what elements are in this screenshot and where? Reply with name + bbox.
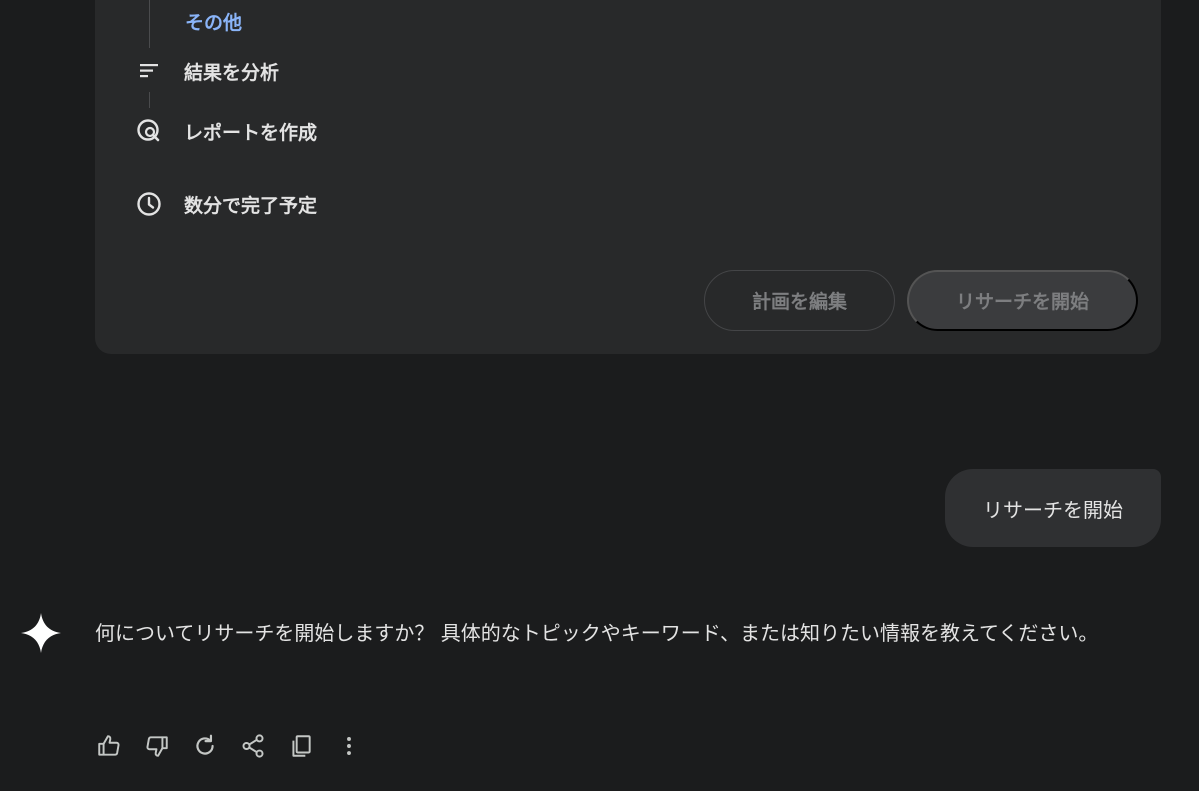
step-report-label: レポートを作成 <box>184 121 318 144</box>
copy-icon[interactable] <box>286 731 316 761</box>
clock-icon <box>134 189 164 219</box>
sort-lines-icon <box>134 56 164 86</box>
more-vert-icon[interactable] <box>334 731 364 761</box>
thumbs-up-icon[interactable] <box>94 731 124 761</box>
report-search-icon <box>134 116 164 146</box>
step-connector-line <box>149 92 150 108</box>
start-research-button[interactable]: リサーチを開始 <box>907 270 1138 331</box>
step-analyze-label: 結果を分析 <box>184 61 280 84</box>
thumbs-down-icon[interactable] <box>142 731 172 761</box>
step-connector-line <box>149 0 150 48</box>
response-actions <box>94 731 382 761</box>
step-eta: 数分で完了予定 <box>134 189 317 219</box>
user-message-bubble: リサーチを開始 <box>945 469 1161 547</box>
step-eta-label: 数分で完了予定 <box>184 194 318 217</box>
assistant-response-text: 何についてリサーチを開始しますか？ 具体的なトピックやキーワード、または知りたい… <box>95 621 1099 645</box>
gemini-spark-icon <box>20 612 62 654</box>
edit-plan-button[interactable]: 計画を編集 <box>704 270 895 331</box>
user-message-text: リサーチを開始 <box>983 497 1123 522</box>
share-icon[interactable] <box>238 731 268 761</box>
step-report: レポートを作成 <box>134 116 317 146</box>
step-analyze: 結果を分析 <box>134 56 279 86</box>
regenerate-icon[interactable] <box>190 731 220 761</box>
step-other-link[interactable]: その他 <box>185 8 242 35</box>
